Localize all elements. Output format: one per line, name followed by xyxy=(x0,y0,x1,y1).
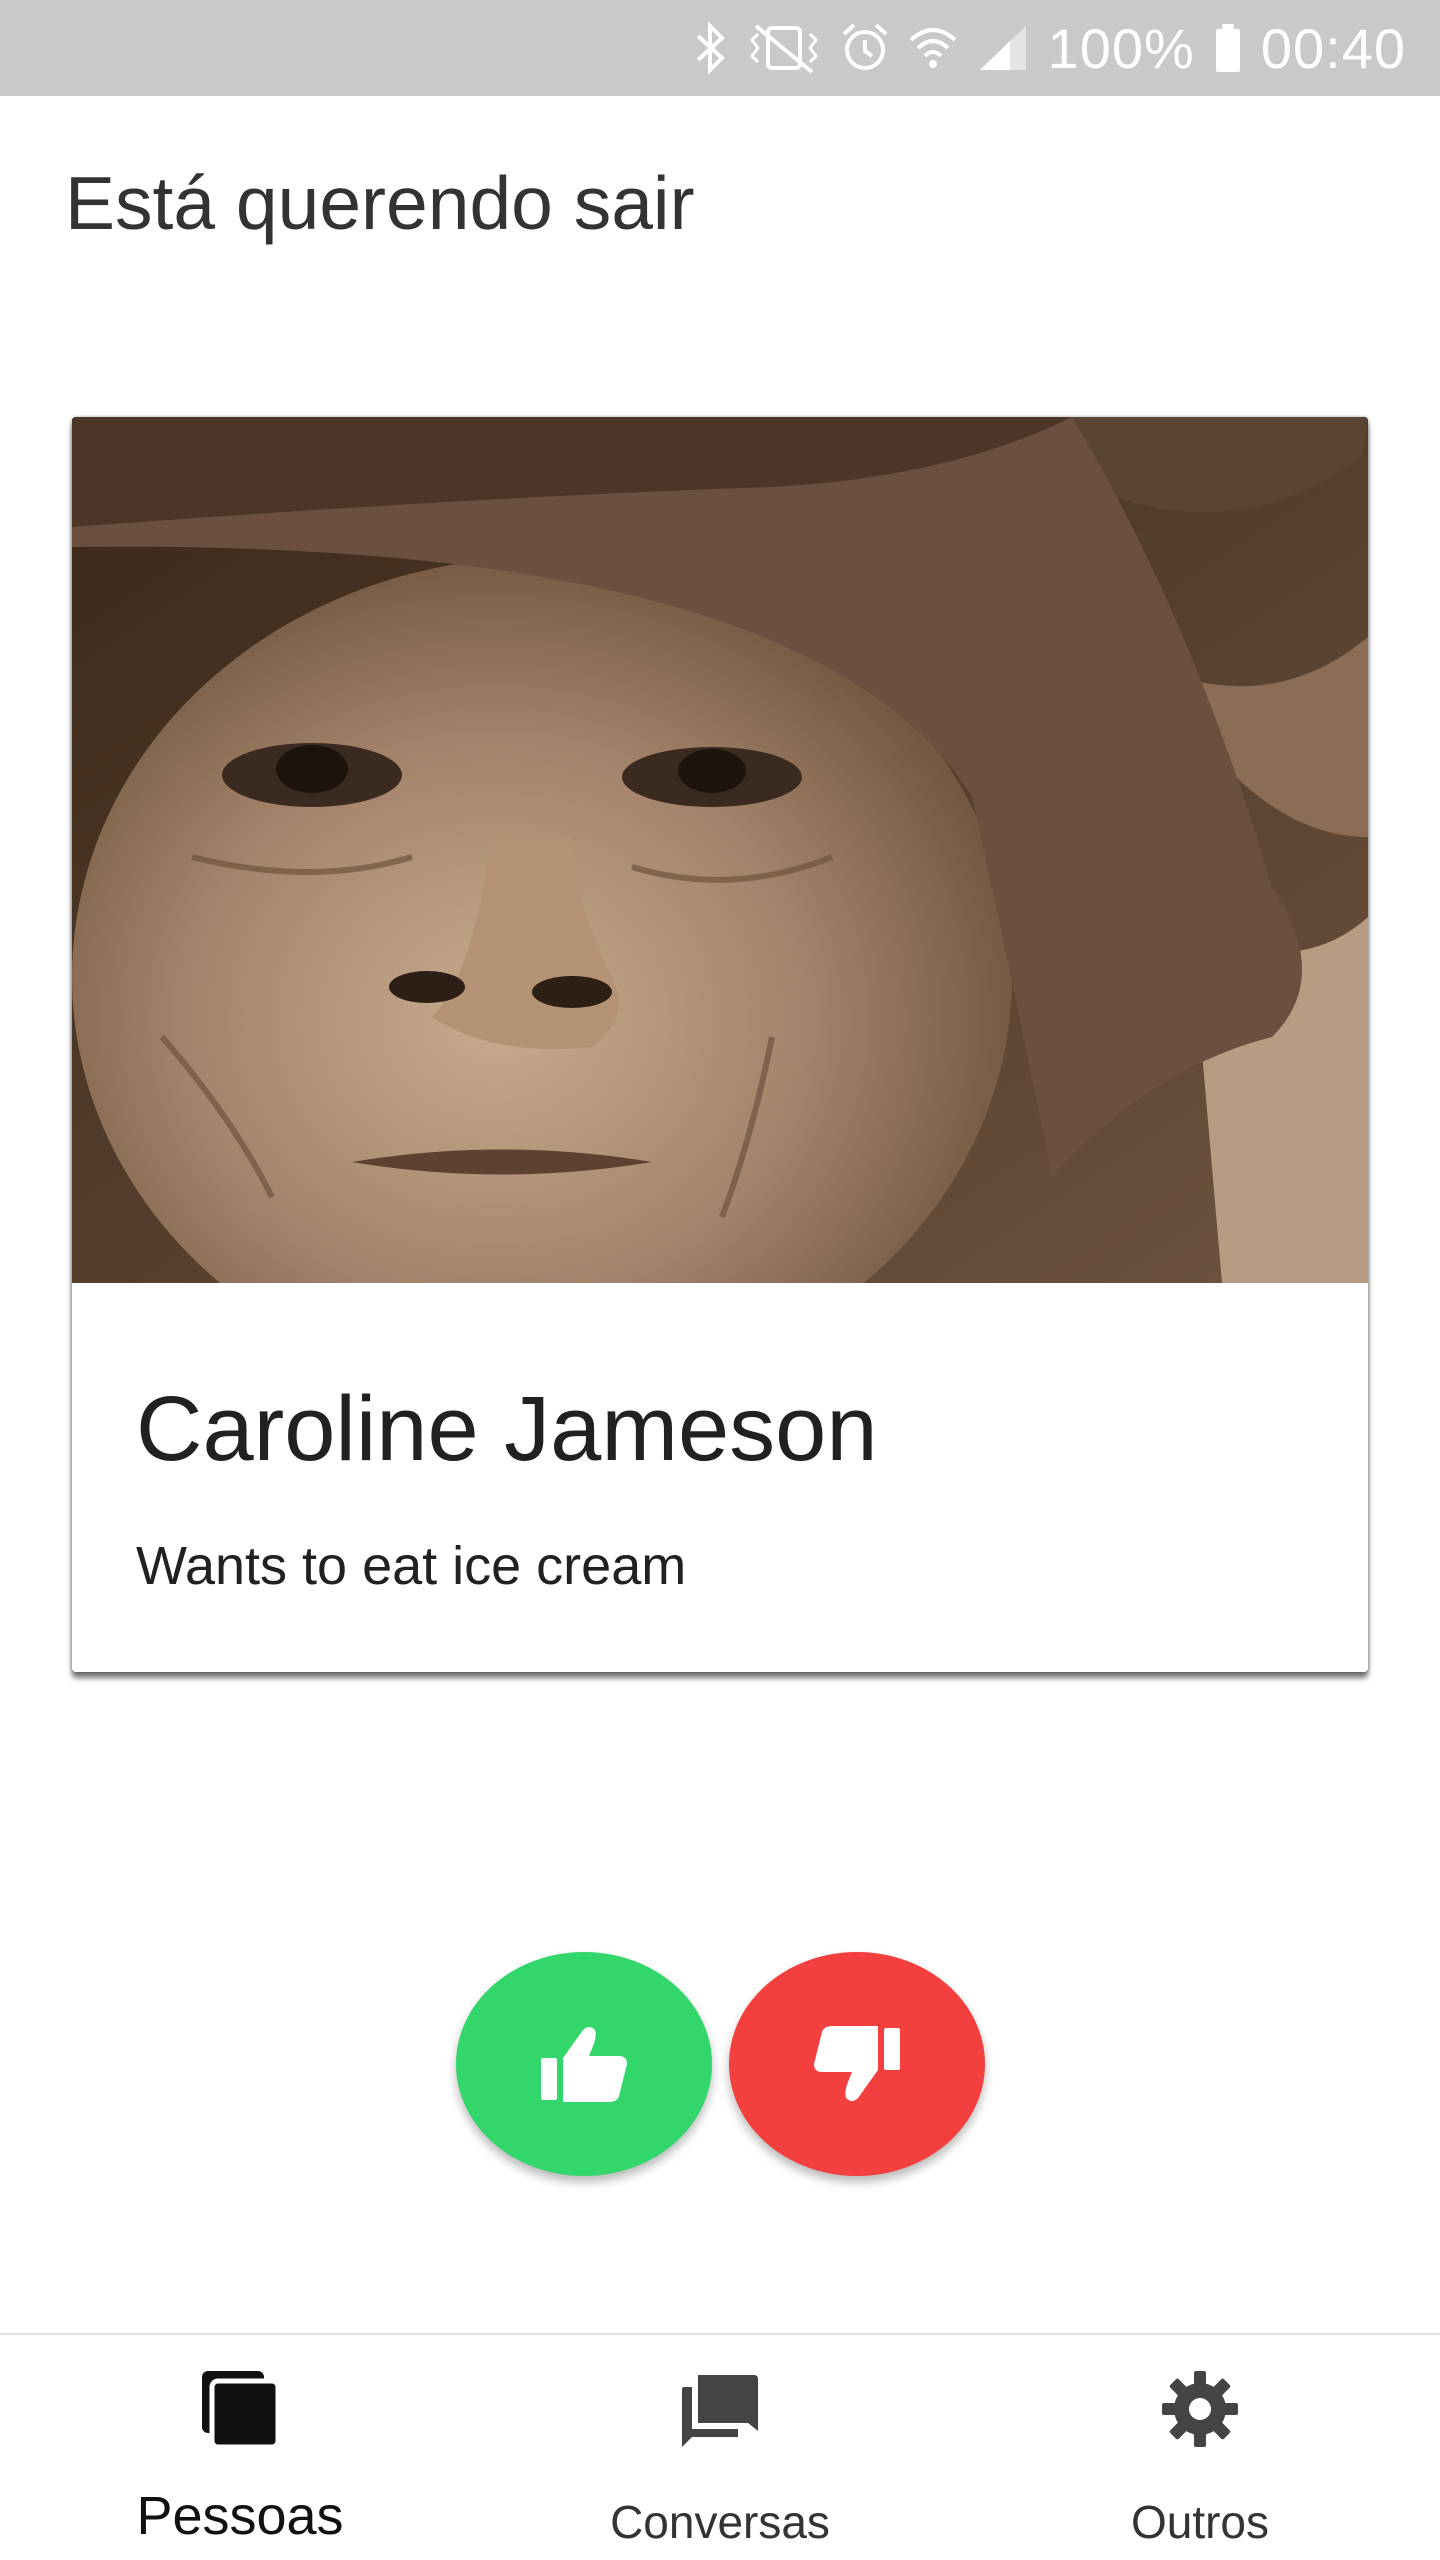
gear-icon xyxy=(1162,2371,1238,2447)
nav-item-conversas[interactable]: Conversas xyxy=(480,2335,960,2560)
battery-percentage: 100% xyxy=(1047,16,1195,80)
chat-icon xyxy=(682,2375,758,2447)
page-title: Está querendo sair xyxy=(65,161,695,245)
bottom-navigation: Pessoas Conversas Outros xyxy=(0,2333,1440,2560)
nav-label-conversas: Conversas xyxy=(610,2496,830,2548)
status-icons: 100% 00:40 xyxy=(692,0,1406,96)
like-button[interactable] xyxy=(456,1952,712,2176)
thumbs-up-icon xyxy=(541,2027,627,2102)
nav-label-outros: Outros xyxy=(1130,2496,1270,2548)
vibrate-mute-icon xyxy=(749,24,818,74)
nav-item-pessoas[interactable]: Pessoas xyxy=(0,2335,480,2560)
thumbs-down-icon xyxy=(814,2026,900,2101)
status-time: 00:40 xyxy=(1260,16,1406,80)
profile-card[interactable]: Caroline Jameson Wants to eat ice cream xyxy=(72,417,1368,1672)
profile-photo xyxy=(72,417,1368,1283)
nav-label-pessoas: Pessoas xyxy=(136,2486,344,2546)
cards-stack-icon xyxy=(202,2371,281,2450)
nav-item-outros[interactable]: Outros xyxy=(960,2335,1440,2560)
profile-description: Wants to eat ice cream xyxy=(136,1536,687,1596)
wifi-icon xyxy=(909,28,956,68)
status-bar: 100% 00:40 xyxy=(0,0,1440,96)
signal-icon xyxy=(979,26,1026,70)
battery-icon xyxy=(1215,24,1240,72)
dislike-button[interactable] xyxy=(729,1952,985,2176)
profile-name: Caroline Jameson xyxy=(136,1378,878,1480)
alarm-icon xyxy=(842,23,887,70)
bluetooth-icon xyxy=(696,21,725,75)
